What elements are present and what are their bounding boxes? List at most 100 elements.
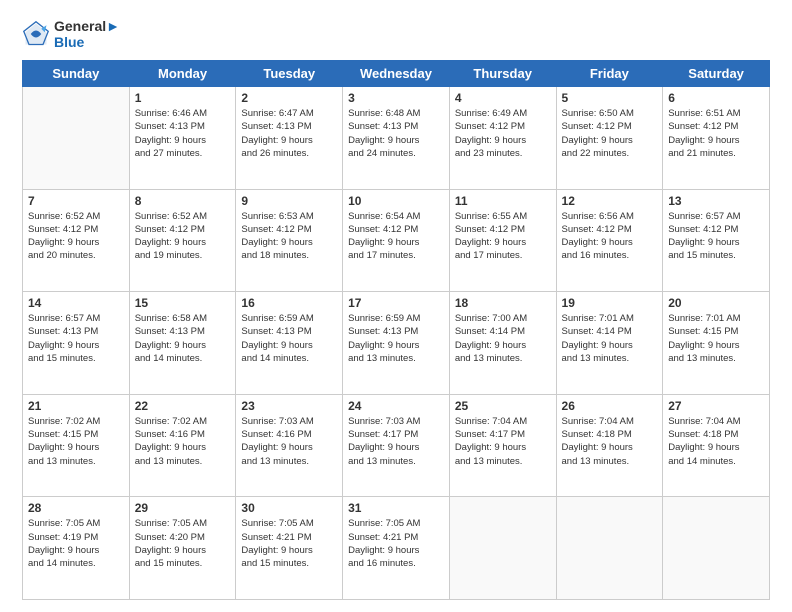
day-cell: 10 Sunrise: 6:54 AMSunset: 4:12 PMDayligh… bbox=[343, 189, 450, 292]
day-cell: 19Sunrise: 7:01 AMSunset: 4:14 PMDayligh… bbox=[556, 292, 663, 395]
day-cell: 23 Sunrise: 7:03 AMSunset: 4:16 PMDayligh… bbox=[236, 394, 343, 497]
week-row-5: 28 Sunrise: 7:05 AMSunset: 4:19 PMDayligh… bbox=[23, 497, 770, 600]
day-cell: 21 Sunrise: 7:02 AMSunset: 4:15 PMDayligh… bbox=[23, 394, 130, 497]
day-cell: 5 Sunrise: 6:50 AMSunset: 4:12 PMDaylight… bbox=[556, 87, 663, 190]
day-cell: 15 Sunrise: 6:58 AMSunset: 4:13 PMDayligh… bbox=[129, 292, 236, 395]
day-number: 16 bbox=[241, 296, 337, 310]
day-number: 25 bbox=[455, 399, 551, 413]
day-info: Sunrise: 7:05 AMSunset: 4:19 PMDaylight:… bbox=[28, 517, 124, 570]
day-info: Sunrise: 6:55 AMSunset: 4:12 PMDaylight:… bbox=[455, 210, 551, 263]
day-cell: 2Sunrise: 6:47 AMSunset: 4:13 PMDaylight… bbox=[236, 87, 343, 190]
day-number: 19 bbox=[562, 296, 658, 310]
day-number: 26 bbox=[562, 399, 658, 413]
day-info: Sunrise: 6:52 AMSunset: 4:12 PMDaylight:… bbox=[135, 210, 231, 263]
day-number: 18 bbox=[455, 296, 551, 310]
day-number: 3 bbox=[348, 91, 444, 105]
day-info: Sunrise: 7:01 AMSunset: 4:15 PMDaylight:… bbox=[668, 312, 764, 365]
week-row-2: 7 Sunrise: 6:52 AMSunset: 4:12 PMDaylight… bbox=[23, 189, 770, 292]
day-cell: 6 Sunrise: 6:51 AMSunset: 4:12 PMDaylight… bbox=[663, 87, 770, 190]
week-row-3: 14 Sunrise: 6:57 AMSunset: 4:13 PMDayligh… bbox=[23, 292, 770, 395]
day-cell: 9 Sunrise: 6:53 AMSunset: 4:12 PMDaylight… bbox=[236, 189, 343, 292]
weekday-friday: Friday bbox=[556, 61, 663, 87]
day-cell bbox=[556, 497, 663, 600]
weekday-sunday: Sunday bbox=[23, 61, 130, 87]
weekday-thursday: Thursday bbox=[449, 61, 556, 87]
day-cell: 28 Sunrise: 7:05 AMSunset: 4:19 PMDayligh… bbox=[23, 497, 130, 600]
day-info: Sunrise: 6:58 AMSunset: 4:13 PMDaylight:… bbox=[135, 312, 231, 365]
day-number: 22 bbox=[135, 399, 231, 413]
day-number: 7 bbox=[28, 194, 124, 208]
day-info: Sunrise: 7:04 AMSunset: 4:18 PMDaylight:… bbox=[668, 415, 764, 468]
day-number: 6 bbox=[668, 91, 764, 105]
day-number: 30 bbox=[241, 501, 337, 515]
day-number: 10 bbox=[348, 194, 444, 208]
day-cell: 20 Sunrise: 7:01 AMSunset: 4:15 PMDayligh… bbox=[663, 292, 770, 395]
day-number: 17 bbox=[348, 296, 444, 310]
day-number: 21 bbox=[28, 399, 124, 413]
day-cell: 4 Sunrise: 6:49 AMSunset: 4:12 PMDaylight… bbox=[449, 87, 556, 190]
day-cell: 14 Sunrise: 6:57 AMSunset: 4:13 PMDayligh… bbox=[23, 292, 130, 395]
day-info: Sunrise: 6:49 AMSunset: 4:12 PMDaylight:… bbox=[455, 107, 551, 160]
day-cell: 17 Sunrise: 6:59 AMSunset: 4:13 PMDayligh… bbox=[343, 292, 450, 395]
weekday-monday: Monday bbox=[129, 61, 236, 87]
day-number: 28 bbox=[28, 501, 124, 515]
day-cell: 7 Sunrise: 6:52 AMSunset: 4:12 PMDaylight… bbox=[23, 189, 130, 292]
day-cell: 18Sunrise: 7:00 AMSunset: 4:14 PMDayligh… bbox=[449, 292, 556, 395]
day-cell: 16Sunrise: 6:59 AMSunset: 4:13 PMDayligh… bbox=[236, 292, 343, 395]
day-info: Sunrise: 6:56 AMSunset: 4:12 PMDaylight:… bbox=[562, 210, 658, 263]
day-info: Sunrise: 6:53 AMSunset: 4:12 PMDaylight:… bbox=[241, 210, 337, 263]
page: General► Blue SundayMondayTuesdayWednesd… bbox=[0, 0, 792, 612]
day-info: Sunrise: 6:47 AMSunset: 4:13 PMDaylight:… bbox=[241, 107, 337, 160]
day-cell: 13Sunrise: 6:57 AMSunset: 4:12 PMDayligh… bbox=[663, 189, 770, 292]
day-number: 9 bbox=[241, 194, 337, 208]
day-number: 23 bbox=[241, 399, 337, 413]
day-number: 31 bbox=[348, 501, 444, 515]
day-info: Sunrise: 6:57 AMSunset: 4:12 PMDaylight:… bbox=[668, 210, 764, 263]
day-cell: 3 Sunrise: 6:48 AMSunset: 4:13 PMDaylight… bbox=[343, 87, 450, 190]
day-info: Sunrise: 6:50 AMSunset: 4:12 PMDaylight:… bbox=[562, 107, 658, 160]
day-info: Sunrise: 7:02 AMSunset: 4:16 PMDaylight:… bbox=[135, 415, 231, 468]
day-info: Sunrise: 7:05 AMSunset: 4:21 PMDaylight:… bbox=[241, 517, 337, 570]
day-info: Sunrise: 6:51 AMSunset: 4:12 PMDaylight:… bbox=[668, 107, 764, 160]
logo-text: General► Blue bbox=[54, 18, 120, 50]
day-cell bbox=[663, 497, 770, 600]
weekday-tuesday: Tuesday bbox=[236, 61, 343, 87]
weekday-saturday: Saturday bbox=[663, 61, 770, 87]
day-number: 5 bbox=[562, 91, 658, 105]
day-info: Sunrise: 7:03 AMSunset: 4:17 PMDaylight:… bbox=[348, 415, 444, 468]
week-row-1: 1Sunrise: 6:46 AMSunset: 4:13 PMDaylight… bbox=[23, 87, 770, 190]
day-info: Sunrise: 6:54 AMSunset: 4:12 PMDaylight:… bbox=[348, 210, 444, 263]
day-number: 4 bbox=[455, 91, 551, 105]
day-info: Sunrise: 6:57 AMSunset: 4:13 PMDaylight:… bbox=[28, 312, 124, 365]
day-cell: 29 Sunrise: 7:05 AMSunset: 4:20 PMDayligh… bbox=[129, 497, 236, 600]
logo: General► Blue bbox=[22, 18, 120, 50]
day-number: 14 bbox=[28, 296, 124, 310]
day-info: Sunrise: 7:03 AMSunset: 4:16 PMDaylight:… bbox=[241, 415, 337, 468]
day-number: 24 bbox=[348, 399, 444, 413]
day-cell: 24 Sunrise: 7:03 AMSunset: 4:17 PMDayligh… bbox=[343, 394, 450, 497]
day-number: 29 bbox=[135, 501, 231, 515]
day-info: Sunrise: 6:52 AMSunset: 4:12 PMDaylight:… bbox=[28, 210, 124, 263]
logo-icon bbox=[22, 20, 50, 48]
day-cell: 30 Sunrise: 7:05 AMSunset: 4:21 PMDayligh… bbox=[236, 497, 343, 600]
day-cell: 11Sunrise: 6:55 AMSunset: 4:12 PMDayligh… bbox=[449, 189, 556, 292]
day-cell: 27 Sunrise: 7:04 AMSunset: 4:18 PMDayligh… bbox=[663, 394, 770, 497]
header: General► Blue bbox=[22, 18, 770, 50]
day-info: Sunrise: 7:02 AMSunset: 4:15 PMDaylight:… bbox=[28, 415, 124, 468]
day-info: Sunrise: 7:04 AMSunset: 4:17 PMDaylight:… bbox=[455, 415, 551, 468]
day-cell: 31 Sunrise: 7:05 AMSunset: 4:21 PMDayligh… bbox=[343, 497, 450, 600]
day-info: Sunrise: 7:05 AMSunset: 4:20 PMDaylight:… bbox=[135, 517, 231, 570]
day-cell: 8 Sunrise: 6:52 AMSunset: 4:12 PMDaylight… bbox=[129, 189, 236, 292]
day-cell: 12Sunrise: 6:56 AMSunset: 4:12 PMDayligh… bbox=[556, 189, 663, 292]
day-info: Sunrise: 6:48 AMSunset: 4:13 PMDaylight:… bbox=[348, 107, 444, 160]
day-info: Sunrise: 7:05 AMSunset: 4:21 PMDaylight:… bbox=[348, 517, 444, 570]
week-row-4: 21 Sunrise: 7:02 AMSunset: 4:15 PMDayligh… bbox=[23, 394, 770, 497]
day-cell: 25 Sunrise: 7:04 AMSunset: 4:17 PMDayligh… bbox=[449, 394, 556, 497]
day-number: 20 bbox=[668, 296, 764, 310]
day-number: 15 bbox=[135, 296, 231, 310]
day-info: Sunrise: 6:46 AMSunset: 4:13 PMDaylight:… bbox=[135, 107, 231, 160]
day-cell: 26Sunrise: 7:04 AMSunset: 4:18 PMDayligh… bbox=[556, 394, 663, 497]
day-number: 8 bbox=[135, 194, 231, 208]
day-info: Sunrise: 6:59 AMSunset: 4:13 PMDaylight:… bbox=[348, 312, 444, 365]
day-number: 27 bbox=[668, 399, 764, 413]
